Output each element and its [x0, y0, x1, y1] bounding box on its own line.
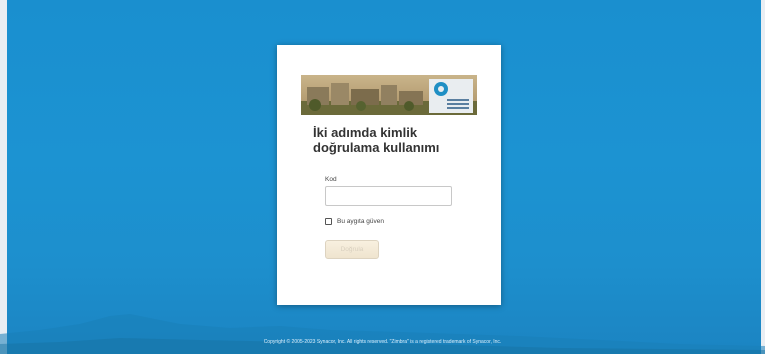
trust-device-checkbox[interactable] [325, 218, 332, 225]
code-label: Kod [325, 176, 337, 183]
verify-button[interactable]: Doğrula [325, 240, 379, 259]
copyright-footer: Copyright © 2005-2023 Synacor, Inc. All … [263, 339, 502, 345]
trust-device-label: Bu aygıta güven [337, 218, 384, 225]
code-input[interactable] [325, 186, 452, 206]
university-campus-banner [301, 75, 477, 115]
trust-device-row[interactable]: Bu aygıta güven [325, 218, 384, 225]
two-factor-card: İki adımda kimlik doğrulama kullanımı Ko… [277, 45, 501, 305]
page-title: İki adımda kimlik doğrulama kullanımı [313, 125, 440, 155]
login-screen: İki adımda kimlik doğrulama kullanımı Ko… [0, 0, 765, 354]
